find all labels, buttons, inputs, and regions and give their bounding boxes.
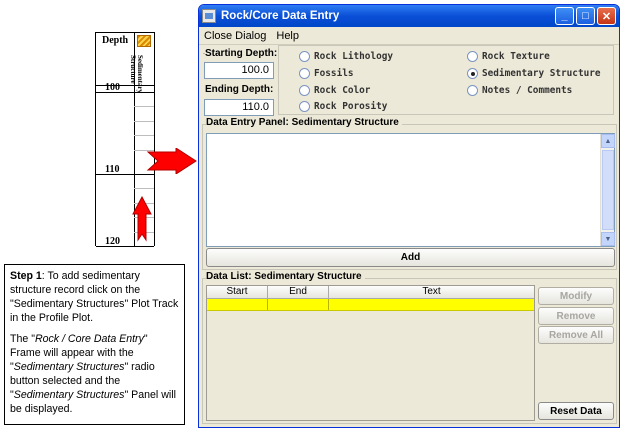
java-app-icon — [202, 9, 216, 23]
grid-line — [134, 106, 154, 107]
scroll-thumb[interactable] — [602, 150, 614, 230]
radio-sedimentary-structure[interactable]: Sedimentary Structure — [467, 68, 601, 79]
ending-depth-input[interactable]: 110.0 — [204, 99, 274, 116]
scroll-up-icon[interactable]: ▲ — [601, 134, 615, 148]
field-border — [203, 53, 205, 54]
cell-end[interactable] — [268, 299, 329, 310]
table-row-selected[interactable] — [207, 299, 534, 311]
grid-line — [134, 188, 154, 189]
grid-line — [134, 135, 154, 136]
remove-button[interactable]: Remove — [538, 307, 614, 325]
menu-close-dialog[interactable]: Close Dialog — [199, 30, 271, 42]
radio-rock-texture[interactable]: Rock Texture — [467, 51, 550, 62]
grid-line — [134, 121, 154, 122]
radio-fossils[interactable]: Fossils — [299, 68, 354, 79]
radio-icon — [299, 51, 310, 62]
title-bar[interactable]: Rock/Core Data Entry _ □ ✕ — [199, 5, 619, 27]
radio-rock-color[interactable]: Rock Color — [299, 85, 370, 96]
minimize-button[interactable]: _ — [555, 7, 574, 25]
column-end[interactable]: End — [268, 286, 329, 298]
step-description: Step 1: To add sedimentary structure rec… — [4, 264, 185, 425]
radio-icon — [467, 51, 478, 62]
depth-tick-label: 120 — [105, 236, 120, 247]
table-header: Start End Text — [207, 286, 534, 299]
starting-depth-input[interactable]: 100.0 — [204, 62, 274, 79]
step-paragraph-1: Step 1: To add sedimentary structure rec… — [10, 270, 179, 324]
radio-rock-lithology[interactable]: Rock Lithology — [299, 51, 393, 62]
menu-help[interactable]: Help — [271, 30, 304, 42]
starting-depth-label: Starting Depth: — [205, 48, 278, 59]
radio-icon — [467, 85, 478, 96]
radio-notes-comments[interactable]: Notes / Comments — [467, 85, 572, 96]
scroll-down-icon[interactable]: ▼ — [601, 232, 615, 246]
close-button[interactable]: ✕ — [597, 7, 616, 25]
radio-selected-icon — [467, 68, 478, 79]
add-button[interactable]: Add — [206, 248, 615, 267]
menu-bar: Close Dialog Help — [199, 27, 619, 45]
radio-rock-porosity[interactable]: Rock Porosity — [299, 101, 387, 112]
ending-depth-label: Ending Depth: — [205, 84, 274, 95]
remove-all-button[interactable]: Remove All — [538, 326, 614, 344]
data-list-panel-label: Data List: Sedimentary Structure — [206, 271, 365, 282]
radio-icon — [299, 68, 310, 79]
column-start[interactable]: Start — [207, 286, 268, 298]
rock-core-data-entry-window: Rock/Core Data Entry _ □ ✕ Close Dialog … — [198, 4, 620, 428]
depth-column-header: Depth — [102, 35, 129, 46]
data-entry-panel-label: Data Entry Panel: Sedimentary Structure — [206, 117, 402, 128]
right-arrow-icon — [146, 148, 197, 174]
reset-data-button[interactable]: Reset Data — [538, 402, 614, 420]
cell-start[interactable] — [207, 299, 268, 310]
structure-entry-area[interactable]: ▲ ▼ — [206, 133, 615, 247]
window-title: Rock/Core Data Entry — [221, 10, 340, 22]
depth-tick-label: 110 — [105, 164, 120, 175]
maximize-button[interactable]: □ — [576, 7, 595, 25]
vertical-scrollbar[interactable]: ▲ ▼ — [600, 134, 615, 246]
radio-icon — [299, 85, 310, 96]
radio-icon — [299, 101, 310, 112]
up-arrow-icon — [132, 196, 152, 242]
modify-button[interactable]: Modify — [538, 287, 614, 305]
sedimentary-track-header: Sedimentary Structure — [129, 55, 144, 94]
cell-text[interactable] — [329, 299, 534, 310]
depth-tick-label: 100 — [105, 82, 120, 93]
step-paragraph-2: The "Rock / Core Data Entry" Frame will … — [10, 333, 176, 415]
column-text[interactable]: Text — [329, 286, 534, 298]
sedimentary-pattern-swatch — [137, 35, 151, 47]
data-list-table[interactable]: Start End Text — [206, 285, 535, 421]
